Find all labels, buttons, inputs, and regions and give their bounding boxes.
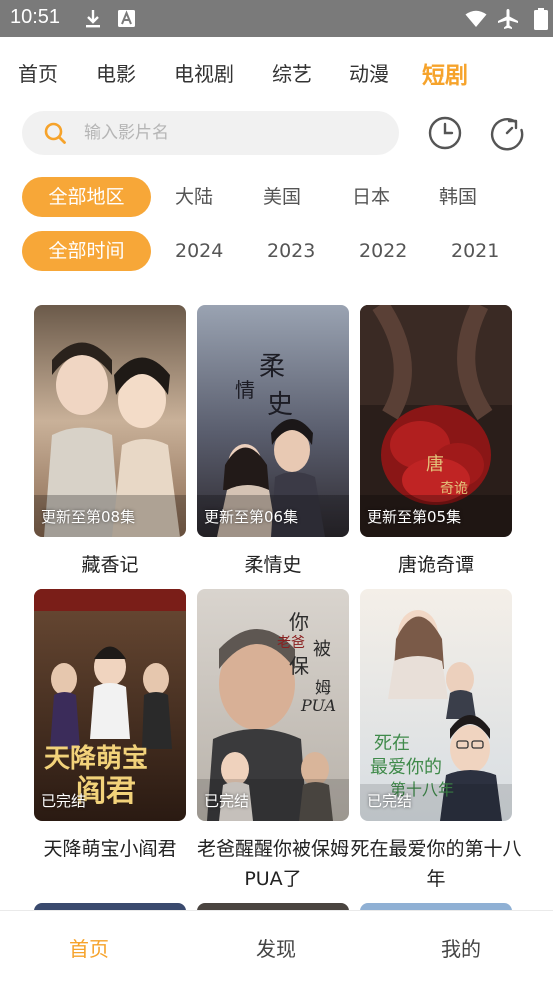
svg-text:你: 你 xyxy=(289,610,309,634)
tab-anime[interactable]: 动漫 xyxy=(349,58,389,87)
chip-region-all[interactable]: 全部地区 xyxy=(22,177,151,217)
airplane-icon xyxy=(498,9,518,29)
search-input[interactable] xyxy=(84,111,384,155)
svg-text:柔: 柔 xyxy=(259,352,285,382)
download-icon xyxy=(86,10,100,28)
poster-image[interactable]: 死在 最爱你的 第十八年 已完结 xyxy=(360,589,512,821)
drama-title[interactable]: 唐诡奇谭 xyxy=(350,550,522,580)
status-badge: 已完结 xyxy=(41,792,87,810)
svg-text:保: 保 xyxy=(289,654,309,678)
chip-year-2021[interactable]: 2021 xyxy=(451,231,499,271)
poster-image[interactable]: 唐 奇诡 更新至第05集 xyxy=(360,305,512,537)
history-icon[interactable] xyxy=(427,115,463,151)
svg-text:老爸: 老爸 xyxy=(277,635,305,651)
tab-home[interactable]: 首页 xyxy=(18,58,58,87)
tab-movies[interactable]: 电影 xyxy=(96,58,136,87)
drama-title[interactable]: 天降萌宝小阎君 xyxy=(24,834,196,864)
category-tabs: 首页 电影 电视剧 综艺 动漫 短剧 xyxy=(0,58,553,92)
search-icon xyxy=(44,122,66,144)
refresh-icon[interactable] xyxy=(489,115,525,151)
chip-region-japan[interactable]: 日本 xyxy=(352,177,390,217)
tab-variety[interactable]: 综艺 xyxy=(272,58,312,87)
poster-image[interactable]: 柔 情 史 更新至第06集 xyxy=(197,305,349,537)
status-bar: 10:51 xyxy=(0,0,553,37)
svg-text:史: 史 xyxy=(267,390,293,420)
status-badge: 已完结 xyxy=(367,792,413,810)
drama-title[interactable]: 柔情史 xyxy=(187,550,359,580)
episode-badge: 更新至第06集 xyxy=(204,508,299,526)
search-bar[interactable] xyxy=(22,111,399,155)
chip-year-2022[interactable]: 2022 xyxy=(359,231,407,271)
tab-tv-series[interactable]: 电视剧 xyxy=(174,58,234,87)
status-badge: 已完结 xyxy=(204,792,250,810)
nav-mine[interactable]: 我的 xyxy=(441,933,481,962)
chip-region-mainland[interactable]: 大陆 xyxy=(175,177,213,217)
episode-badge: 更新至第05集 xyxy=(367,508,462,526)
chip-year-2024[interactable]: 2024 xyxy=(175,231,223,271)
poster-image[interactable]: 天降萌宝 阎君 已完结 xyxy=(34,589,186,821)
drama-title[interactable]: 死在最爱你的第十八年 xyxy=(350,834,522,894)
svg-text:PUA: PUA xyxy=(300,696,336,715)
a-icon xyxy=(118,10,135,27)
svg-text:情: 情 xyxy=(235,378,255,402)
status-time: 10:51 xyxy=(10,6,61,28)
chip-region-korea[interactable]: 韩国 xyxy=(439,177,477,217)
year-filter: 全部时间 2024 2023 2022 2021 xyxy=(0,231,553,271)
svg-text:最爱你的: 最爱你的 xyxy=(370,757,442,778)
svg-text:被: 被 xyxy=(313,639,331,660)
battery-icon xyxy=(534,8,548,30)
poster-image[interactable]: 你 老爸 被 保 姆 PUA 已完结 xyxy=(197,589,349,821)
nav-home[interactable]: 首页 xyxy=(69,933,109,962)
chip-region-usa[interactable]: 美国 xyxy=(263,177,301,217)
chip-year-all[interactable]: 全部时间 xyxy=(22,231,151,271)
drama-title[interactable]: 藏香记 xyxy=(24,550,196,580)
region-filter: 全部地区 大陆 美国 日本 韩国 xyxy=(0,177,553,217)
chip-year-2023[interactable]: 2023 xyxy=(267,231,315,271)
episode-badge: 更新至第08集 xyxy=(41,508,136,526)
tab-short-drama[interactable]: 短剧 xyxy=(422,56,468,90)
svg-text:天降萌宝: 天降萌宝 xyxy=(44,743,148,774)
bottom-nav: 首页 发现 我的 xyxy=(0,910,553,984)
drama-title[interactable]: 老爸醒醒你被保姆PUA了 xyxy=(187,834,359,894)
wifi-icon xyxy=(465,10,487,27)
poster-image[interactable]: 更新至第08集 xyxy=(34,305,186,537)
svg-text:奇诡: 奇诡 xyxy=(440,480,468,497)
svg-text:死在: 死在 xyxy=(374,733,410,754)
svg-text:唐: 唐 xyxy=(426,454,444,475)
svg-text:姆: 姆 xyxy=(315,678,331,697)
nav-discover[interactable]: 发现 xyxy=(256,933,296,962)
